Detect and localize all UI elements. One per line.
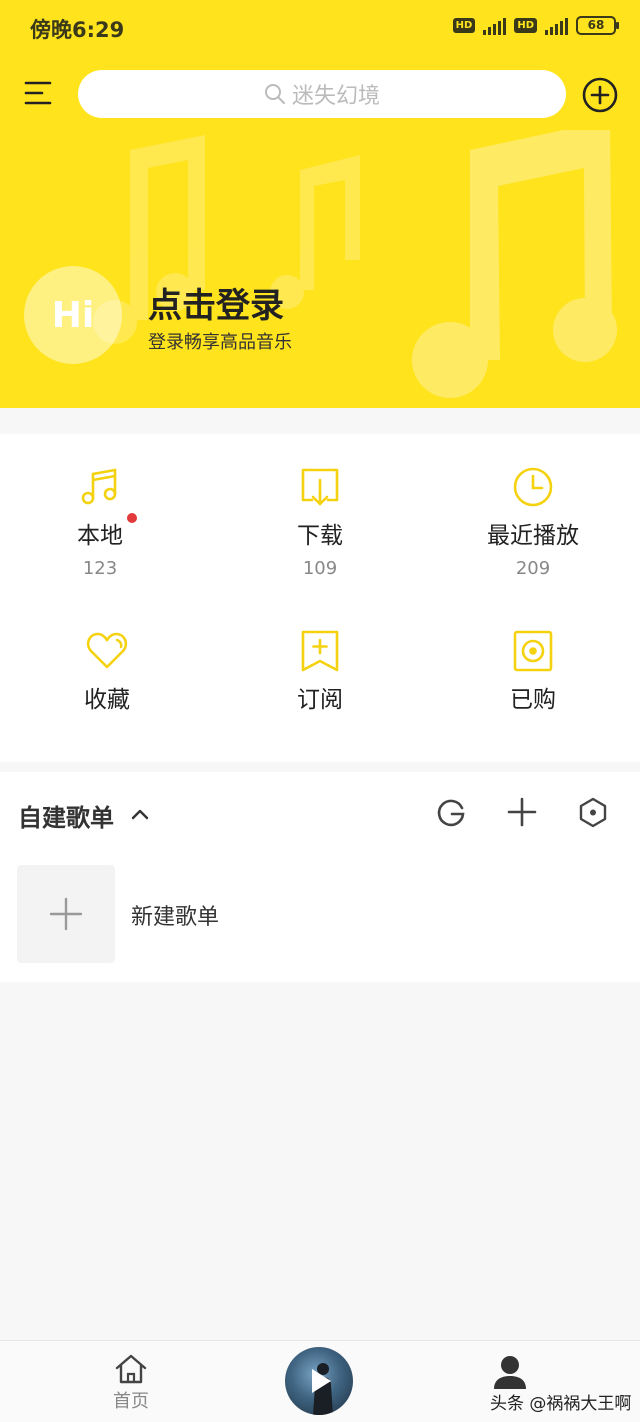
heart-icon xyxy=(86,632,128,669)
login-subtitle: 登录畅享高品音乐 xyxy=(148,332,292,353)
quick-item-favorites[interactable]: 收藏 xyxy=(7,628,207,714)
bookmark-plus-icon xyxy=(301,630,339,672)
profile-header: 傍晚6:29 HD HD 68 迷失幻境 Hi 点击登录 登录畅享高品音乐 xyxy=(0,0,640,408)
clock-icon xyxy=(513,467,553,507)
quick-item-label: 最近播放 xyxy=(487,523,579,549)
quick-item-label: 收藏 xyxy=(84,687,130,713)
quick-item-label: 下载 xyxy=(297,523,343,549)
quick-item-download[interactable]: 下载 109 xyxy=(220,464,420,579)
new-playlist-thumbnail[interactable] xyxy=(17,865,115,963)
chevron-up-icon[interactable] xyxy=(130,804,150,824)
quick-item-recent[interactable]: 最近播放 209 xyxy=(433,464,633,579)
login-title[interactable]: 点击登录 xyxy=(148,278,284,327)
search-input[interactable]: 迷失幻境 xyxy=(78,70,566,118)
quick-item-label: 本地 xyxy=(77,523,123,549)
search-placeholder: 迷失幻境 xyxy=(291,84,380,109)
quick-item-count: 209 xyxy=(515,558,551,579)
hd-badge-2: HD xyxy=(514,18,537,33)
signal-icon xyxy=(483,17,507,35)
signal-icon-2 xyxy=(545,17,568,35)
status-bar: 傍晚6:29 HD HD 68 xyxy=(0,0,640,58)
watermark: 头条 @祸祸大王啊 xyxy=(490,1394,632,1414)
search-icon xyxy=(264,84,285,104)
battery-icon: 68 xyxy=(576,16,619,35)
new-badge-dot xyxy=(127,513,137,523)
nav-home[interactable]: 首页 xyxy=(96,1353,166,1413)
now-playing-button[interactable] xyxy=(285,1347,353,1415)
plus-icon xyxy=(49,897,83,931)
status-time: 傍晚6:29 xyxy=(30,18,125,42)
quick-item-local[interactable]: 本地 123 xyxy=(0,464,200,579)
add-icon[interactable] xyxy=(506,796,538,828)
quick-access-grid: 本地 123 下载 109 最近播放 209 收藏 订阅 已购 xyxy=(0,434,640,762)
download-icon xyxy=(301,468,339,506)
quick-item-label: 订阅 xyxy=(297,687,343,713)
quick-item-count: 123 xyxy=(82,558,118,579)
avatar[interactable]: Hi xyxy=(24,266,122,364)
quick-item-subscribe[interactable]: 订阅 xyxy=(220,628,420,714)
hd-badge: HD xyxy=(452,18,476,33)
nav-home-label: 首页 xyxy=(113,1391,149,1412)
settings-hexagon-icon[interactable] xyxy=(577,796,609,828)
music-app-page: 傍晚6:29 HD HD 68 迷失幻境 Hi 点击登录 登录畅享高品音乐 本地… xyxy=(0,0,640,1422)
bottom-navigation: 首页 头条 @祸祸大王啊 xyxy=(0,1340,640,1422)
disc-icon xyxy=(513,630,553,672)
import-playlist-icon[interactable] xyxy=(435,796,467,828)
section-title[interactable]: 自建歌单 xyxy=(18,798,114,833)
quick-item-label: 已购 xyxy=(510,687,556,713)
new-playlist-label[interactable]: 新建歌单 xyxy=(131,899,219,931)
add-circle-icon[interactable] xyxy=(581,76,619,114)
quick-item-purchased[interactable]: 已购 xyxy=(433,628,633,714)
playlist-section: 自建歌单 新建歌单 xyxy=(0,772,640,982)
status-icons: HD HD 68 xyxy=(452,16,619,35)
quick-item-count: 109 xyxy=(302,558,338,579)
album-cover xyxy=(312,1363,333,1415)
music-note-icon xyxy=(81,468,117,505)
menu-icon[interactable] xyxy=(24,78,54,108)
home-icon xyxy=(115,1354,147,1384)
